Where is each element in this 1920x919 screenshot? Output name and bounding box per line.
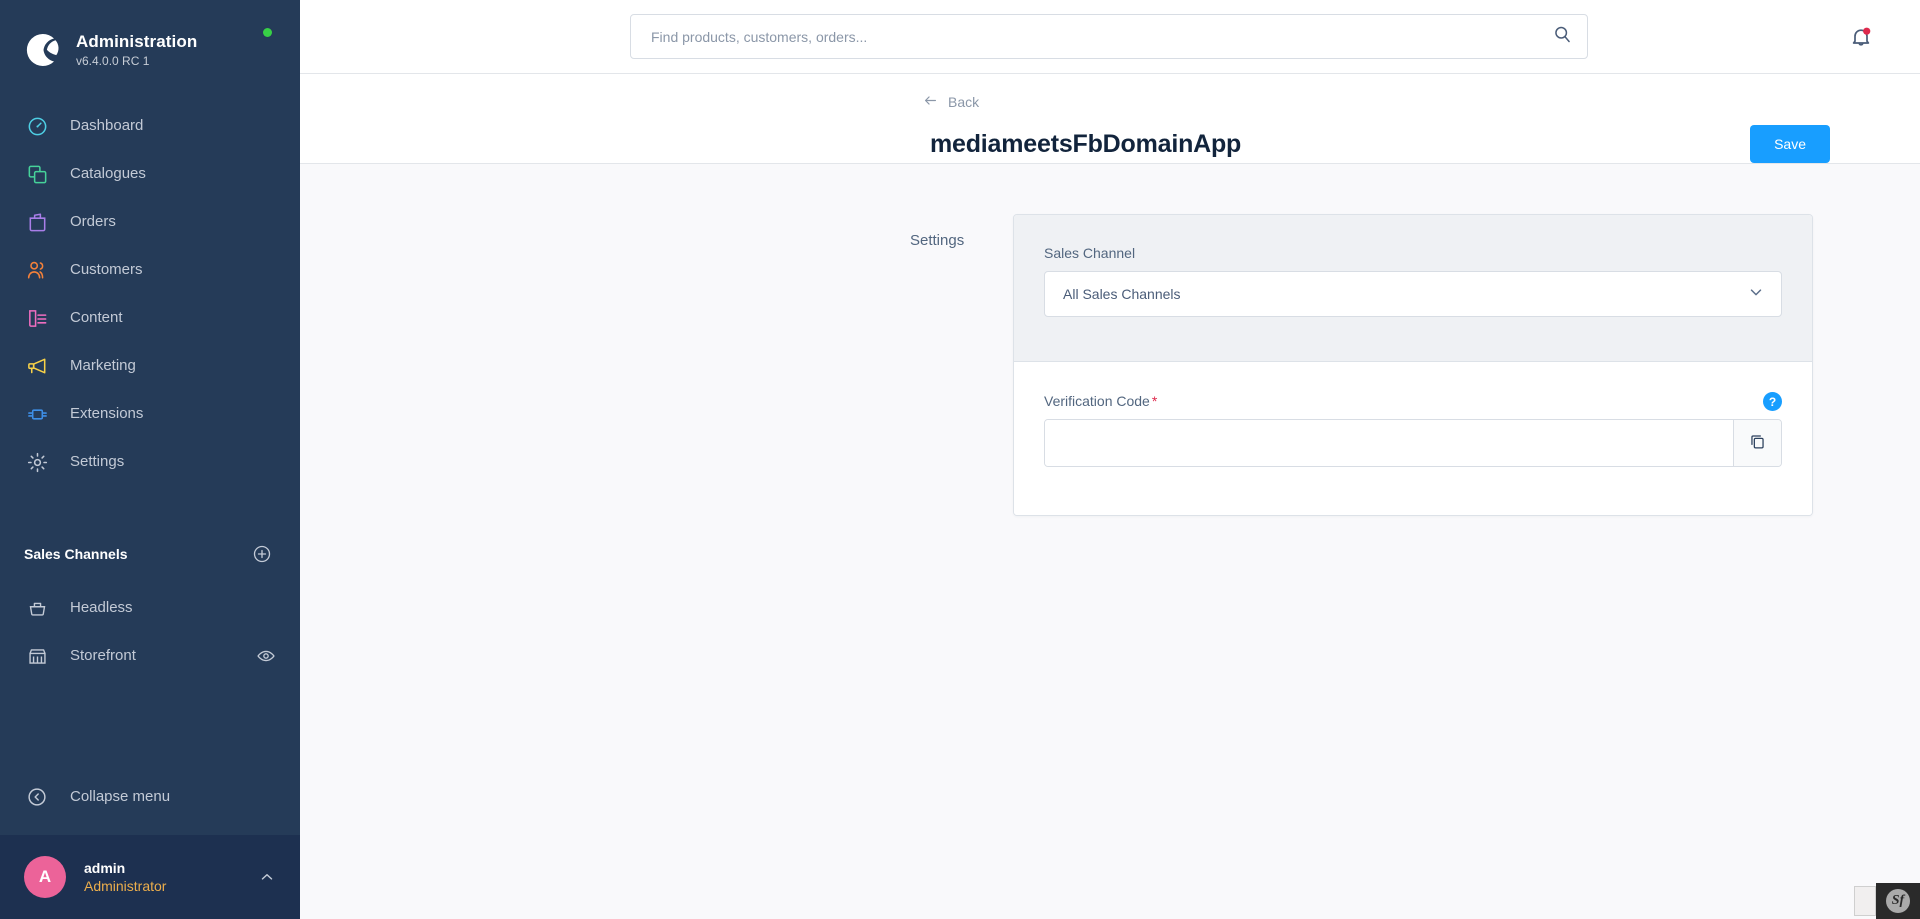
eye-icon[interactable] xyxy=(256,646,276,666)
sidebar-item-label: Dashboard xyxy=(70,117,144,134)
megaphone-icon xyxy=(24,353,50,379)
required-marker: * xyxy=(1151,392,1158,409)
help-icon[interactable]: ? xyxy=(1763,392,1782,411)
title-row: mediameetsFbDomainApp Save xyxy=(930,125,1830,163)
user-menu[interactable]: A admin Administrator xyxy=(0,835,300,919)
sidebar-item-label: Customers xyxy=(70,261,143,278)
copy-icon xyxy=(24,161,50,187)
sidebar-item-storefront[interactable]: Storefront xyxy=(0,632,300,680)
brand-version: v6.4.0.0 RC 1 xyxy=(76,53,150,68)
page-header: Back mediameetsFbDomainApp Save xyxy=(300,74,1920,164)
main-area: Back mediameetsFbDomainApp Save Settings… xyxy=(300,0,1920,919)
sidebar-item-label: Storefront xyxy=(70,647,136,664)
user-name: admin xyxy=(84,860,126,876)
verification-code-section: Verification Code * ? xyxy=(1014,362,1812,515)
page-title: mediameetsFbDomainApp xyxy=(930,129,1242,158)
app-root: Administration v6.4.0.0 RC 1 Dashboard C… xyxy=(0,0,1920,919)
plus-circle-icon[interactable] xyxy=(252,544,272,564)
settings-section-label: Settings xyxy=(910,232,965,249)
sidebar: Administration v6.4.0.0 RC 1 Dashboard C… xyxy=(0,0,300,919)
topbar xyxy=(300,0,1920,74)
sidebar-item-marketing[interactable]: Marketing xyxy=(0,342,300,390)
brand[interactable]: Administration v6.4.0.0 RC 1 xyxy=(0,0,300,78)
chevron-up-icon[interactable] xyxy=(258,868,276,886)
sidebar-item-extensions[interactable]: Extensions xyxy=(0,390,300,438)
collapse-menu-button[interactable]: Collapse menu xyxy=(0,771,300,823)
sidebar-item-catalogues[interactable]: Catalogues xyxy=(0,150,300,198)
toolbar-strip xyxy=(1854,886,1876,916)
sales-channels-title: Sales Channels xyxy=(24,546,128,562)
chevron-down-icon[interactable] xyxy=(1747,283,1765,306)
content-icon xyxy=(24,305,50,331)
symfony-icon[interactable]: Sf xyxy=(1876,883,1920,919)
verification-code-input[interactable] xyxy=(1045,420,1733,466)
storefront-icon xyxy=(24,643,50,669)
save-button[interactable]: Save xyxy=(1750,125,1830,163)
sidebar-item-label: Orders xyxy=(70,213,116,230)
sidebar-item-label: Catalogues xyxy=(70,165,146,182)
bag-icon xyxy=(24,209,50,235)
back-label: Back xyxy=(948,94,980,110)
search-icon[interactable] xyxy=(1552,24,1573,50)
search-box[interactable] xyxy=(630,14,1588,59)
user-role: Administrator xyxy=(84,878,167,894)
verification-code-input-group xyxy=(1044,419,1782,467)
back-link[interactable]: Back xyxy=(922,92,1830,112)
plugin-icon xyxy=(24,401,50,427)
symfony-debug-toolbar[interactable]: Sf xyxy=(1854,883,1920,919)
basket-icon xyxy=(24,595,50,621)
copy-button[interactable] xyxy=(1733,420,1781,466)
brand-title: Administration xyxy=(76,31,198,51)
verification-code-label: Verification Code * xyxy=(1044,393,1157,409)
shopware-logo-icon xyxy=(24,31,62,69)
sidebar-item-settings[interactable]: Settings xyxy=(0,438,300,486)
settings-card: Sales Channel All Sales Channels Verific… xyxy=(1013,214,1813,516)
sidebar-item-label: Content xyxy=(70,309,123,326)
gear-icon xyxy=(24,449,50,475)
search-input[interactable] xyxy=(651,28,1552,45)
sidebar-item-label: Settings xyxy=(70,453,125,470)
sidebar-item-content[interactable]: Content xyxy=(0,294,300,342)
symfony-glyph: Sf xyxy=(1886,889,1910,913)
main-navigation: Dashboard Catalogues Orders Customers Co… xyxy=(0,102,300,486)
sales-channel-list: Headless Storefront xyxy=(0,584,300,680)
users-icon xyxy=(24,257,50,283)
copy-icon xyxy=(1748,432,1767,454)
sales-channel-value: All Sales Channels xyxy=(1063,286,1181,302)
sidebar-item-headless[interactable]: Headless xyxy=(0,584,300,632)
sidebar-item-customers[interactable]: Customers xyxy=(0,246,300,294)
avatar: A xyxy=(24,856,66,898)
verification-code-label-text: Verification Code xyxy=(1044,392,1150,409)
sales-channel-select[interactable]: All Sales Channels xyxy=(1044,271,1782,317)
sidebar-item-dashboard[interactable]: Dashboard xyxy=(0,102,300,150)
arrow-left-icon xyxy=(922,92,939,112)
sales-channels-header: Sales Channels xyxy=(0,534,300,574)
sales-channel-section: Sales Channel All Sales Channels xyxy=(1014,215,1812,362)
bell-icon[interactable] xyxy=(1848,24,1874,50)
status-dot xyxy=(263,28,272,37)
collapse-icon xyxy=(24,784,50,810)
sidebar-item-label: Extensions xyxy=(70,405,144,422)
sidebar-item-label: Marketing xyxy=(70,357,136,374)
search-wrapper xyxy=(630,14,1588,59)
content-area: Settings Sales Channel All Sales Channel… xyxy=(300,164,1920,919)
sidebar-item-orders[interactable]: Orders xyxy=(0,198,300,246)
collapse-menu-label: Collapse menu xyxy=(70,788,171,805)
sidebar-item-label: Headless xyxy=(70,599,133,616)
gauge-icon xyxy=(24,113,50,139)
sales-channel-label: Sales Channel xyxy=(1044,245,1136,261)
